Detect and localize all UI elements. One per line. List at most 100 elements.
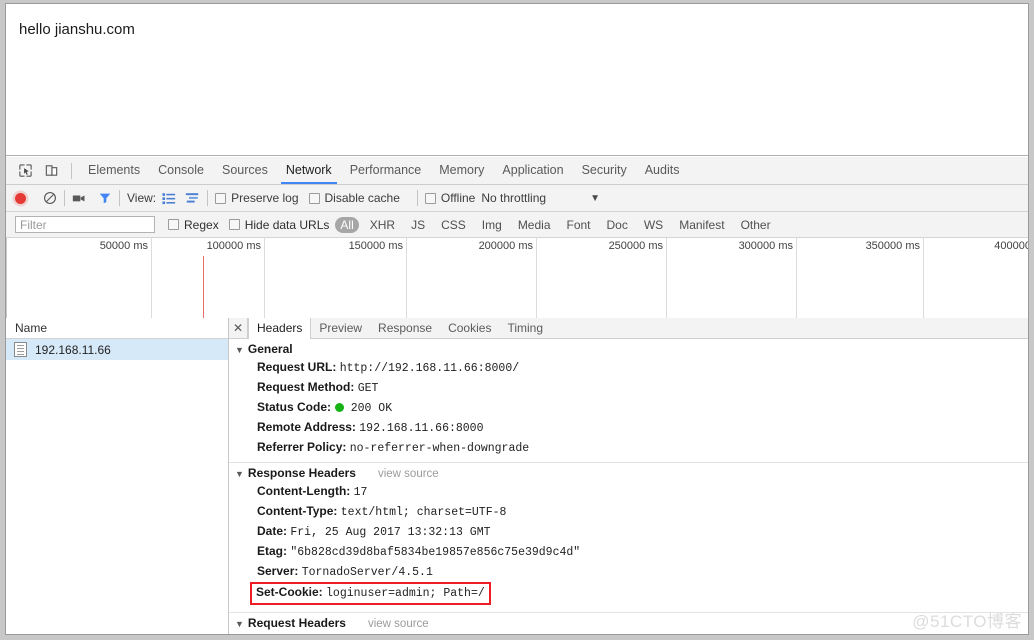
- timeline-tick: 200000 ms: [479, 238, 537, 318]
- chevron-down-icon[interactable]: ▼: [235, 469, 244, 479]
- type-filter-doc[interactable]: Doc: [602, 217, 633, 233]
- header-row-request-url: Request URL: http://192.168.11.66:8000/: [229, 358, 1028, 378]
- devtools-tab-application[interactable]: Application: [493, 157, 572, 184]
- header-name: Referrer Policy:: [257, 440, 347, 454]
- close-icon[interactable]: ✕: [229, 318, 248, 338]
- offline-checkbox[interactable]: [424, 192, 436, 204]
- device-toolbar-icon[interactable]: [38, 160, 64, 182]
- devtools-tab-security[interactable]: Security: [573, 157, 636, 184]
- detail-tab-headers[interactable]: Headers: [248, 318, 312, 339]
- toolbar-divider: [71, 162, 72, 179]
- offline-label[interactable]: Offline: [441, 191, 475, 205]
- header-row-server: Server: TornadoServer/4.5.1: [229, 562, 1028, 582]
- header-row-request-method: Request Method: GET: [229, 378, 1028, 398]
- hide-data-urls-label[interactable]: Hide data URLs: [245, 218, 330, 232]
- type-filter-img[interactable]: Img: [477, 217, 507, 233]
- type-filter-other[interactable]: Other: [736, 217, 776, 233]
- timeline-tick-label: 200000 ms: [478, 240, 533, 252]
- disable-cache-checkbox[interactable]: [308, 192, 320, 204]
- detail-tabbar: ✕ Headers Preview Response Cookies Timin…: [229, 318, 1028, 339]
- section-general-header[interactable]: ▼ General: [229, 339, 1028, 358]
- type-filter-ws[interactable]: WS: [639, 217, 668, 233]
- devtools-tabbar: Elements Console Sources Network Perform…: [6, 157, 1028, 185]
- hide-data-urls-checkbox[interactable]: [228, 219, 240, 230]
- timeline-tick-label: 50000 ms: [99, 240, 148, 252]
- timeline-tick-label: 300000 ms: [738, 240, 793, 252]
- regex-label[interactable]: Regex: [184, 218, 219, 232]
- type-filter-xhr[interactable]: XHR: [365, 217, 400, 233]
- header-row-content-type: Content-Type: text/html; charset=UTF-8: [229, 502, 1028, 522]
- toolbar-divider: [64, 190, 65, 206]
- timeline-tick: 150000 ms: [349, 238, 407, 318]
- devtools-tab-performance[interactable]: Performance: [341, 157, 431, 184]
- type-filter-manifest[interactable]: Manifest: [674, 217, 729, 233]
- header-row-accept: Accept: text/html,application/xhtml+xml,…: [229, 632, 1028, 635]
- preserve-log-checkbox[interactable]: [215, 192, 227, 204]
- status-ok-icon: [335, 403, 345, 412]
- header-row-content-length: Content-Length: 17: [229, 482, 1028, 502]
- filter-funnel-button[interactable]: [98, 191, 112, 205]
- detail-tab-response[interactable]: Response: [370, 318, 440, 338]
- browser-window-inner: hello jianshu.com Elements Console Sourc…: [5, 3, 1029, 635]
- list-view-icon[interactable]: [162, 192, 176, 205]
- page-content-text: hello jianshu.com: [19, 21, 135, 38]
- throttling-caret-icon[interactable]: ▼: [590, 193, 600, 204]
- header-row-status-code: Status Code: 200 OK: [229, 398, 1028, 418]
- header-value: loginuser=admin; Path=/: [326, 587, 485, 600]
- detail-tab-preview[interactable]: Preview: [311, 318, 370, 338]
- header-row-remote-address: Remote Address: 192.168.11.66:8000: [229, 418, 1028, 438]
- type-filter-font[interactable]: Font: [562, 217, 596, 233]
- record-button[interactable]: [15, 192, 26, 204]
- request-list-column-header[interactable]: Name: [6, 318, 228, 339]
- inspect-element-icon[interactable]: [12, 160, 38, 182]
- header-value: 192.168.11.66:8000: [359, 422, 484, 435]
- type-filter-js[interactable]: JS: [406, 217, 430, 233]
- timeline-tick-label: 400000: [994, 240, 1028, 252]
- view-source-link-response[interactable]: view source: [378, 468, 439, 480]
- devtools-tab-sources[interactable]: Sources: [213, 157, 277, 184]
- view-source-link-request[interactable]: view source: [368, 618, 429, 630]
- devtools-tab-elements[interactable]: Elements: [79, 157, 149, 184]
- request-list-row[interactable]: 192.168.11.66: [6, 339, 228, 360]
- devtools-tab-network[interactable]: Network: [277, 157, 341, 184]
- section-response-headers-title: Response Headers: [247, 466, 356, 480]
- section-request-headers-title: Request Headers: [247, 616, 346, 630]
- detail-tab-timing[interactable]: Timing: [499, 318, 551, 338]
- camera-button[interactable]: [72, 191, 87, 205]
- header-value: TornadoServer/4.5.1: [301, 566, 433, 579]
- header-name: Content-Length:: [257, 484, 351, 498]
- type-filter-css[interactable]: CSS: [436, 217, 471, 233]
- throttling-value[interactable]: No throttling: [481, 191, 546, 205]
- network-toolbar: View: Preserve log Disable cache Offline…: [6, 185, 1028, 212]
- clear-button[interactable]: [43, 191, 57, 205]
- network-filter-bar: Regex Hide data URLs All XHR JS CSS Img …: [6, 212, 1028, 238]
- header-value: 17: [353, 486, 368, 499]
- network-overview-timeline[interactable]: 50000 ms 100000 ms 150000 ms 200000 ms 2…: [6, 238, 1028, 319]
- header-name: Server:: [257, 564, 299, 578]
- section-request-headers-header[interactable]: ▼ Request Headers view source: [229, 612, 1028, 632]
- devtools-panel: Elements Console Sources Network Perform…: [6, 157, 1028, 635]
- header-value: text/html; charset=UTF-8: [340, 506, 507, 519]
- devtools-tab-console[interactable]: Console: [149, 157, 213, 184]
- chevron-down-icon[interactable]: ▼: [235, 345, 244, 355]
- header-name: Etag:: [257, 544, 287, 558]
- devtools-tab-memory[interactable]: Memory: [430, 157, 493, 184]
- request-name: 192.168.11.66: [35, 342, 111, 357]
- devtools-tab-audits[interactable]: Audits: [636, 157, 689, 184]
- filter-input[interactable]: [15, 216, 155, 233]
- disable-cache-label[interactable]: Disable cache: [325, 191, 400, 205]
- type-filter-media[interactable]: Media: [513, 217, 556, 233]
- timeline-tick: 50000 ms: [100, 238, 152, 318]
- detail-tab-cookies[interactable]: Cookies: [440, 318, 499, 338]
- regex-checkbox[interactable]: [168, 219, 179, 230]
- header-value: http://192.168.11.66:8000/: [339, 362, 520, 375]
- header-name: Accept:: [257, 634, 301, 635]
- chevron-down-icon[interactable]: ▼: [235, 619, 244, 629]
- section-response-headers-header[interactable]: ▼ Response Headers view source: [229, 462, 1028, 482]
- timeline-tick: 250000 ms: [609, 238, 667, 318]
- header-name: Status Code:: [257, 400, 332, 414]
- waterfall-view-icon[interactable]: [185, 192, 200, 205]
- type-filter-all[interactable]: All: [335, 216, 359, 233]
- header-value: no-referrer-when-downgrade: [349, 442, 530, 455]
- preserve-log-label[interactable]: Preserve log: [231, 191, 298, 205]
